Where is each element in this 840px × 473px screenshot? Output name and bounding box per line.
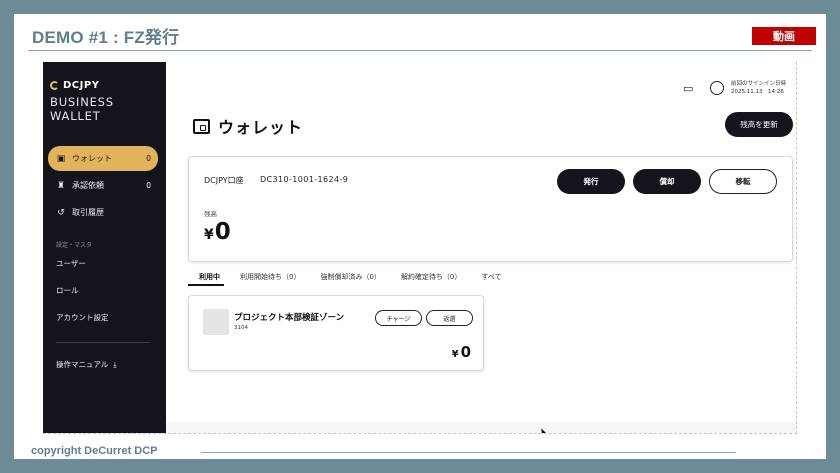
last-signin: 前回のサインイン日時 2025.11.13 14:26	[731, 80, 786, 96]
account-label: DCJPY口座	[204, 176, 244, 185]
sidebar-item-roles[interactable]: ロール	[56, 285, 79, 296]
manual-link[interactable]: 操作マニュアル ⤓	[56, 359, 117, 370]
footer-copyright: copyright DeCurret DCP	[31, 445, 158, 457]
sidebar-item-label: ウォレット	[72, 154, 112, 163]
sidebar-item-label: 承認依頼	[72, 181, 104, 190]
refresh-balance-button[interactable]: 残高を更新	[725, 112, 793, 137]
wallet-icon: ▣	[56, 153, 66, 164]
zone-balance-currency: ¥	[451, 349, 459, 360]
title-divider	[28, 50, 812, 51]
charge-button[interactable]: チャージ	[375, 310, 422, 326]
logo: DCJPY BUSINESS WALLET	[50, 80, 166, 123]
chat-icon[interactable]: ▭	[683, 82, 693, 95]
balance-value: ¥0	[204, 219, 231, 245]
sidebar-item-account-settings[interactable]: アカウント設定	[56, 312, 109, 323]
zone-balance-amount: 0	[460, 343, 471, 361]
page-number: 5	[796, 432, 804, 445]
zone-balance: ¥0	[452, 343, 471, 361]
redeem-button[interactable]: 償却	[633, 169, 701, 194]
tab-all[interactable]: すべて	[481, 272, 501, 282]
page-title: ウォレット	[218, 118, 304, 137]
account-card: DCJPY口座 DC310-1001-1624-9 発行 償却 移転 残高 ¥0	[188, 156, 793, 262]
bottom-strip	[166, 422, 796, 433]
sidebar-divider	[56, 342, 150, 343]
last-signin-label: 前回のサインイン日時	[731, 81, 787, 87]
sidebar-item-users[interactable]: ユーザー	[56, 258, 86, 269]
balance-currency: ¥	[204, 227, 214, 243]
history-icon: ↺	[57, 207, 65, 218]
issue-button[interactable]: 発行	[557, 169, 625, 194]
tab-pending-cancel[interactable]: 解約確定待ち（0）	[401, 272, 461, 282]
tab-active-indicator	[188, 284, 224, 286]
stamp-icon: ♜	[56, 180, 66, 191]
slide: DEMO #1 : FZ発行 動画 DCJPY BUSINESS WALLET …	[14, 14, 826, 459]
sidebar-item-approval[interactable]: ♜ 承認依頼 0	[48, 173, 158, 198]
download-icon: ⤓	[113, 359, 117, 369]
video-badge: 動画	[752, 27, 816, 45]
balance-amount: 0	[214, 219, 231, 245]
zone-thumbnail	[203, 309, 229, 335]
logo-product: BUSINESS WALLET	[50, 95, 114, 123]
footer-divider	[201, 452, 736, 453]
logo-brand: DCJPY	[63, 80, 100, 91]
sidebar-item-count: 0	[146, 181, 151, 190]
sidebar: DCJPY BUSINESS WALLET ▣ ウォレット 0 ♜ 承認依頼 0…	[43, 62, 166, 433]
account-number: DC310-1001-1624-9	[260, 175, 349, 184]
tab-force-redeemed[interactable]: 強制償却済み（0）	[320, 272, 380, 282]
transfer-button[interactable]: 移転	[709, 169, 777, 194]
manual-label: 操作マニュアル	[56, 360, 109, 369]
sidebar-item-wallet[interactable]: ▣ ウォレット 0	[48, 146, 158, 171]
sidebar-item-count: 0	[146, 154, 151, 163]
last-signin-value: 2025.11.13 14:26	[731, 89, 784, 95]
zone-card[interactable]: プロジェクト本部検証ゾーン 3104 チャージ 返還 ¥0	[188, 295, 484, 371]
return-button[interactable]: 返還	[426, 310, 473, 326]
sidebar-item-history[interactable]: ↺ 取引履歴	[48, 200, 158, 225]
sidebar-item-label: 取引履歴	[72, 208, 104, 217]
tab-pending-start[interactable]: 利用開始待ち（0）	[240, 272, 300, 282]
tab-in-use[interactable]: 利用中	[199, 272, 220, 282]
app-screenshot: DCJPY BUSINESS WALLET ▣ ウォレット 0 ♜ 承認依頼 0…	[43, 62, 797, 434]
logo-ring-icon	[50, 81, 59, 90]
zone-name: プロジェクト本部検証ゾーン	[234, 313, 345, 323]
balance-label: 残高	[204, 210, 217, 218]
page-heading: ウォレット	[193, 114, 303, 138]
wallet-icon	[193, 118, 210, 134]
zone-id: 3104	[234, 325, 248, 331]
user-icon[interactable]	[710, 81, 724, 95]
zone-tabs: 利用中 利用開始待ち（0） 強制償却済み（0） 解約確定待ち（0） すべて	[199, 272, 522, 282]
slide-title: DEMO #1 : FZ発行	[32, 28, 180, 47]
settings-section-label: 設定・マスタ	[56, 242, 93, 249]
